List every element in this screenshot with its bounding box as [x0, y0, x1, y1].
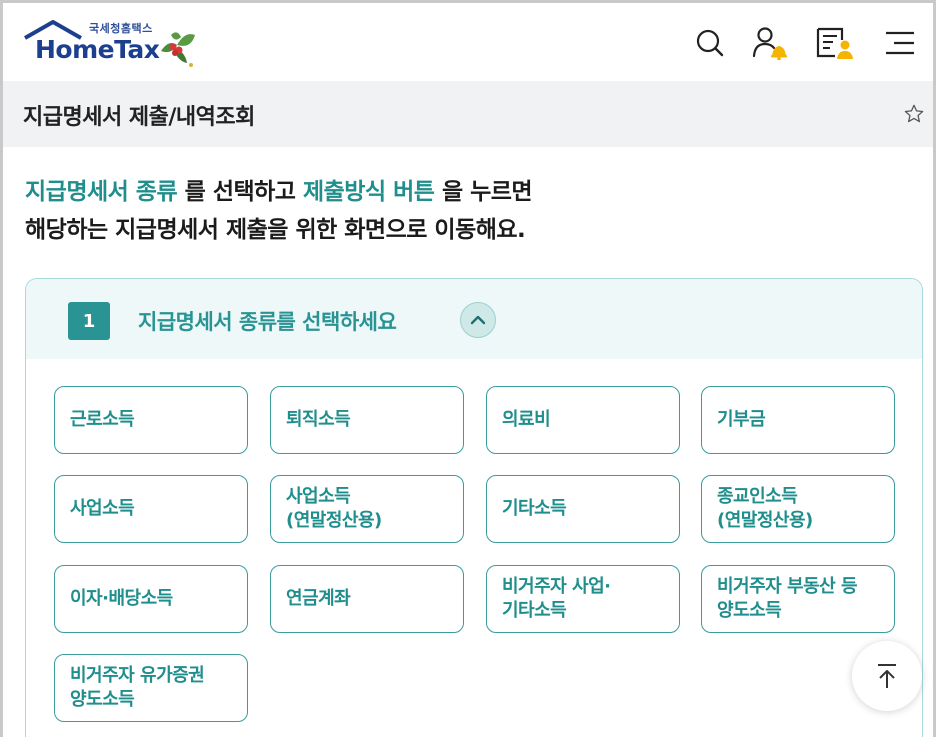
option-nonresident-business[interactable]: 비거주자 사업· 기타소득 [486, 565, 680, 633]
logo-subtitle: 국세청홈택스 [89, 22, 153, 35]
intro-line-2: 해당하는 지급명세서 제출을 위한 화면으로 이동해요. [25, 217, 526, 243]
option-other-income[interactable]: 기타소득 [486, 475, 680, 543]
document-user-icon [816, 27, 853, 59]
intro-highlight-type: 지급명세서 종류 [25, 179, 178, 205]
panel-header: 1 지급명세서 종류를 선택하세요 [26, 279, 922, 359]
intro-text: 지급명세서 종류 를 선택하고 제출방식 버튼 을 누르면 해당하는 지급명세서… [25, 173, 533, 249]
my-info-button[interactable] [751, 23, 791, 63]
menu-icon [886, 31, 914, 55]
page-title: 지급명세서 제출/내역조회 [23, 105, 255, 130]
option-earned-income[interactable]: 근로소득 [54, 386, 248, 454]
arrow-up-icon [878, 664, 896, 688]
page-title-bar: 지급명세서 제출/내역조회 [3, 81, 933, 147]
star-icon[interactable] [903, 103, 925, 125]
type-select-panel: 1 지급명세서 종류를 선택하세요 근로소득 퇴직소득 의료비 기부금 사업소득… [25, 278, 923, 737]
chevron-up-icon [470, 315, 486, 325]
app-frame: 국세청홈택스 HomeTax 지급명세서 제출/내역조회 지급명세서 종류 를 … [0, 0, 936, 737]
collapse-toggle-button[interactable] [460, 302, 496, 338]
intro-line-1: 지급명세서 종류 를 선택하고 제출방식 버튼 을 누르면 [25, 173, 533, 211]
user-bell-icon [752, 27, 787, 60]
search-button[interactable] [690, 23, 730, 63]
menu-button[interactable] [880, 23, 920, 63]
search-icon [696, 29, 724, 57]
option-nonresident-securities[interactable]: 비거주자 유가증권 양도소득 [54, 654, 248, 722]
option-interest-dividend[interactable]: 이자·배당소득 [54, 565, 248, 633]
intro-text-1: 를 선택하고 [177, 179, 303, 205]
scroll-top-button[interactable] [852, 641, 922, 711]
option-nonresident-real-estate[interactable]: 비거주자 부동산 등 양도소득 [701, 565, 895, 633]
intro-highlight-method: 제출방식 버튼 [302, 179, 435, 205]
logo-text: HomeTax [35, 35, 160, 64]
option-retirement-income[interactable]: 퇴직소득 [270, 386, 464, 454]
holly-icon [161, 32, 195, 67]
certificate-button[interactable] [815, 23, 855, 63]
option-pension-account[interactable]: 연금계좌 [270, 565, 464, 633]
option-religious-income-yearend[interactable]: 종교인소득 (연말정산용) [701, 475, 895, 543]
hometax-logo[interactable]: 국세청홈택스 HomeTax [23, 17, 213, 71]
top-header: 국세청홈택스 HomeTax [3, 3, 933, 81]
option-medical-expense[interactable]: 의료비 [486, 386, 680, 454]
intro-text-2: 을 누르면 [434, 179, 533, 205]
option-donation[interactable]: 기부금 [701, 386, 895, 454]
step-number-badge: 1 [68, 302, 110, 340]
panel-title: 지급명세서 종류를 선택하세요 [138, 310, 397, 334]
option-business-income[interactable]: 사업소득 [54, 475, 248, 543]
option-business-income-yearend[interactable]: 사업소득 (연말정산용) [270, 475, 464, 543]
